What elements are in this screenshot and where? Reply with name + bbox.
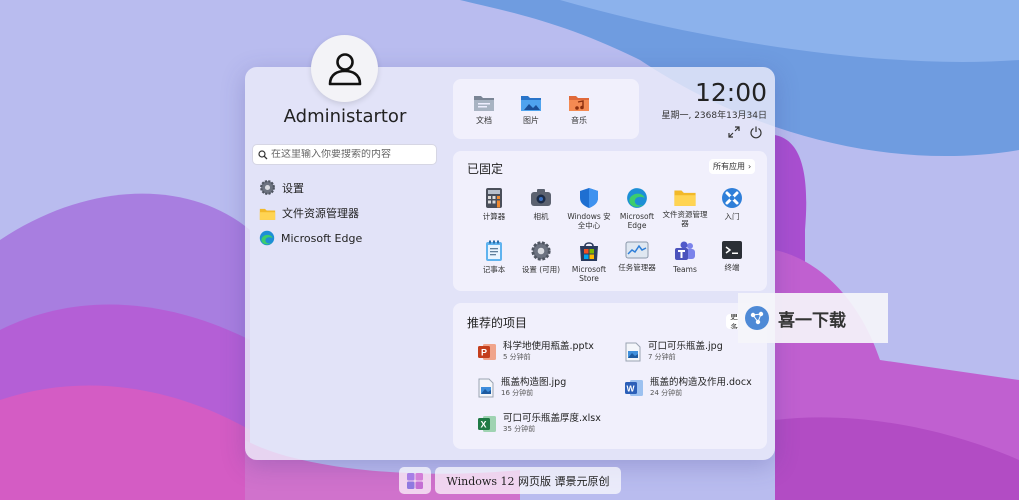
- recommended-item[interactable]: P 科学地使用瓶盖.pptx 5 分钟前: [477, 341, 594, 362]
- documents-folder-icon: [474, 96, 494, 111]
- excel-icon: X: [478, 416, 496, 432]
- pinned-app-teams[interactable]: Teams: [660, 240, 710, 274]
- start-button[interactable]: [399, 467, 431, 494]
- pinned-app-label: 任务管理器: [618, 263, 656, 272]
- pinned-app-label: 计算器: [482, 212, 506, 221]
- user-icon: [328, 52, 361, 85]
- recommended-item-time: 24 分钟前: [650, 389, 683, 397]
- pinned-app-get-started[interactable]: 入门: [707, 187, 757, 221]
- terminal-icon: [722, 241, 742, 259]
- folder-pictures[interactable]: 图片: [511, 94, 551, 126]
- folder-documents[interactable]: 文档: [464, 94, 504, 126]
- quick-link-label: 设置: [282, 181, 304, 195]
- tips-icon: [722, 188, 742, 208]
- recommended-item-name: 可口可乐瓶盖.jpg: [648, 341, 723, 352]
- recommended-item-name: 可口可乐瓶盖厚度.xlsx: [503, 413, 601, 424]
- svg-text:P: P: [481, 348, 487, 358]
- recommended-item-time: 16 分钟前: [501, 389, 534, 397]
- expand-icon[interactable]: [727, 125, 741, 139]
- folder-label: 音乐: [571, 116, 587, 125]
- recommended-item-name: 瓶盖的构造及作用.docx: [650, 377, 752, 388]
- recommended-item-name: 科学地使用瓶盖.pptx: [503, 341, 594, 352]
- pinned-app-settings[interactable]: 设置 (可用): [516, 240, 566, 274]
- share-logo-icon: [745, 306, 769, 330]
- pinned-app-label: Microsoft Store: [571, 265, 607, 283]
- recommended-item-time: 5 分钟前: [503, 353, 531, 361]
- recommended-item-time: 35 分钟前: [503, 425, 536, 433]
- watermark-text: 喜一下载: [778, 310, 846, 331]
- pinned-app-camera[interactable]: 相机: [516, 187, 566, 221]
- svg-text:W: W: [627, 384, 636, 394]
- search-icon: [258, 149, 268, 159]
- camera-icon: [531, 189, 551, 206]
- all-apps-label: 所有应用: [713, 162, 745, 171]
- quick-link-label: 文件资源管理器: [282, 207, 359, 220]
- recommended-item[interactable]: W 瓶盖的构造及作用.docx 24 分钟前: [624, 377, 752, 398]
- clock-time: 12:00: [694, 78, 767, 107]
- user-name: Administartor: [283, 106, 407, 127]
- search-box[interactable]: [252, 144, 437, 165]
- quick-link-settings[interactable]: 设置: [259, 179, 304, 196]
- calculator-icon: [486, 188, 502, 208]
- pinned-app-edge[interactable]: Microsoft Edge: [612, 187, 662, 230]
- windows-logo-icon: [407, 472, 423, 489]
- recommended-item[interactable]: X 可口可乐瓶盖厚度.xlsx 35 分钟前: [477, 413, 601, 434]
- pinned-app-label: 相机: [533, 212, 549, 221]
- recommended-title: 推荐的项目: [467, 316, 528, 330]
- pinned-app-task-manager[interactable]: 任务管理器: [612, 240, 662, 272]
- recommended-item[interactable]: 可口可乐瓶盖.jpg 7 分钟前: [624, 341, 723, 362]
- pinned-title: 已固定: [467, 162, 504, 176]
- pinned-app-label: 设置 (可用): [521, 265, 561, 274]
- quick-link-edge[interactable]: Microsoft Edge: [259, 230, 362, 246]
- word-icon: W: [625, 380, 643, 396]
- pinned-app-calculator[interactable]: 计算器: [469, 187, 519, 221]
- pinned-app-notepad[interactable]: 记事本: [469, 240, 519, 274]
- recommended-item-time: 7 分钟前: [648, 353, 676, 361]
- user-avatar[interactable]: [311, 35, 378, 102]
- folder-icon: [259, 208, 276, 220]
- edge-icon: [627, 188, 647, 208]
- pinned-app-label: Teams: [673, 265, 697, 274]
- pinned-app-label: Microsoft Edge: [619, 212, 655, 230]
- pinned-app-label: 记事本: [482, 265, 506, 274]
- folder-icon: [674, 190, 696, 206]
- quick-link-label: Microsoft Edge: [281, 231, 363, 245]
- image-file-icon: [625, 342, 641, 362]
- image-file-icon: [478, 378, 494, 398]
- gear-icon: [531, 241, 551, 261]
- power-icon[interactable]: [749, 125, 763, 139]
- all-apps-button[interactable]: 所有应用 ›: [709, 159, 756, 174]
- folder-label: 图片: [523, 116, 539, 125]
- pinned-app-label: 终端: [724, 263, 740, 272]
- taskbar-title: Windows 12 网页版 谭景元原创: [435, 467, 621, 494]
- watermark: 喜一下载: [738, 293, 888, 343]
- clock-date: 星期一, 2368年13月34日: [661, 111, 767, 121]
- pinned-app-microsoft-store[interactable]: Microsoft Store: [564, 240, 614, 283]
- task-manager-icon: [625, 241, 649, 259]
- search-input[interactable]: [268, 149, 431, 160]
- folder-music[interactable]: 音乐: [559, 94, 599, 126]
- recommended-item[interactable]: 瓶盖构造图.jpg 16 分钟前: [477, 377, 566, 398]
- music-folder-icon: [569, 96, 589, 111]
- folder-label: 文档: [476, 116, 492, 125]
- powerpoint-icon: P: [478, 344, 496, 360]
- pinned-app-terminal[interactable]: 终端: [707, 240, 757, 272]
- svg-text:X: X: [481, 420, 487, 430]
- gear-icon: [260, 180, 275, 195]
- pinned-app-label: 入门: [724, 212, 740, 221]
- teams-icon: [675, 241, 695, 260]
- recommended-item-name: 瓶盖构造图.jpg: [501, 377, 567, 388]
- pinned-app-label: 文件资源管理器: [662, 210, 708, 228]
- notepad-icon: [486, 240, 502, 261]
- pinned-app-file-explorer[interactable]: 文件资源管理器: [660, 187, 710, 228]
- quick-link-file-explorer[interactable]: 文件资源管理器: [259, 205, 359, 221]
- shield-icon: [580, 188, 598, 208]
- pinned-app-label: Windows 安全中心: [567, 212, 611, 230]
- pictures-folder-icon: [521, 96, 541, 111]
- edge-icon: [259, 230, 275, 246]
- pinned-app-windows-security[interactable]: Windows 安全中心: [564, 187, 614, 230]
- store-icon: [580, 242, 598, 261]
- chevron-right-icon: ›: [748, 162, 752, 171]
